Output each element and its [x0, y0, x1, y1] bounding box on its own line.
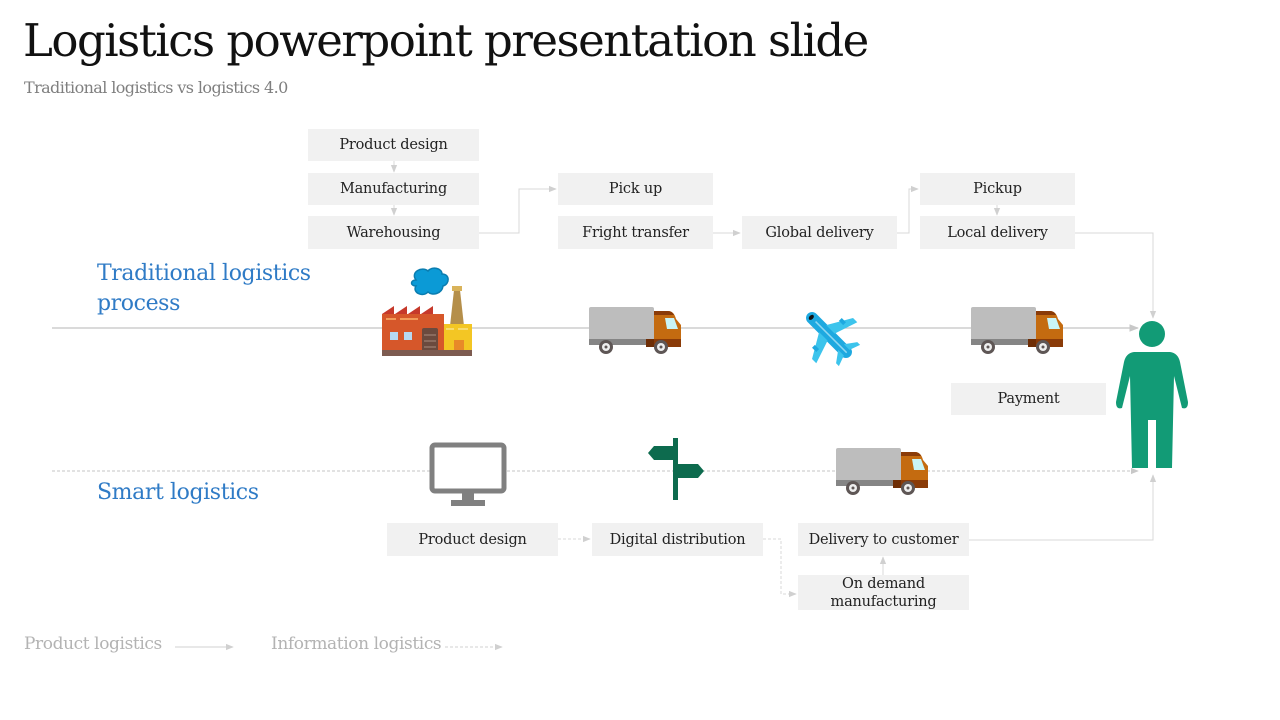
- step-product-design: Product design: [308, 129, 479, 161]
- step-pick-up: Pick up: [558, 173, 713, 205]
- truck-icon: [589, 307, 681, 354]
- step-manufacturing: Manufacturing: [308, 173, 479, 205]
- truck-icon: [971, 307, 1063, 354]
- step-payment: Payment: [951, 383, 1106, 415]
- factory-icon: [382, 267, 472, 356]
- smart-step-on-demand-manufacturing: On demand manufacturing: [798, 575, 969, 610]
- legend-information-logistics: Information logistics: [271, 634, 442, 654]
- traditional-logistics-label: Traditional logistics process: [97, 259, 311, 319]
- legend-product-logistics: Product logistics: [24, 634, 162, 654]
- connector-layer: [52, 161, 1157, 651]
- on-demand-line1: On demand: [842, 575, 925, 592]
- step-local-delivery: Local delivery: [920, 216, 1075, 249]
- person-icon: [1116, 321, 1188, 468]
- step-global-delivery: Global delivery: [742, 216, 897, 249]
- step-fright-transfer: Fright transfer: [558, 216, 713, 249]
- smart-step-product-design: Product design: [387, 523, 558, 556]
- on-demand-line2: manufacturing: [830, 593, 937, 610]
- traditional-label-line1: Traditional logistics: [97, 261, 311, 286]
- smart-step-delivery-to-customer: Delivery to customer: [798, 523, 969, 556]
- smart-step-digital-distribution: Digital distribution: [592, 523, 763, 556]
- traditional-label-line2: process: [97, 291, 180, 316]
- monitor-icon: [429, 442, 507, 506]
- step-pickup: Pickup: [920, 173, 1075, 205]
- step-warehousing: Warehousing: [308, 216, 479, 249]
- airplane-icon: [806, 312, 861, 367]
- smart-logistics-label: Smart logistics: [97, 480, 259, 505]
- signpost-icon: [648, 438, 704, 500]
- truck-icon: [836, 448, 928, 495]
